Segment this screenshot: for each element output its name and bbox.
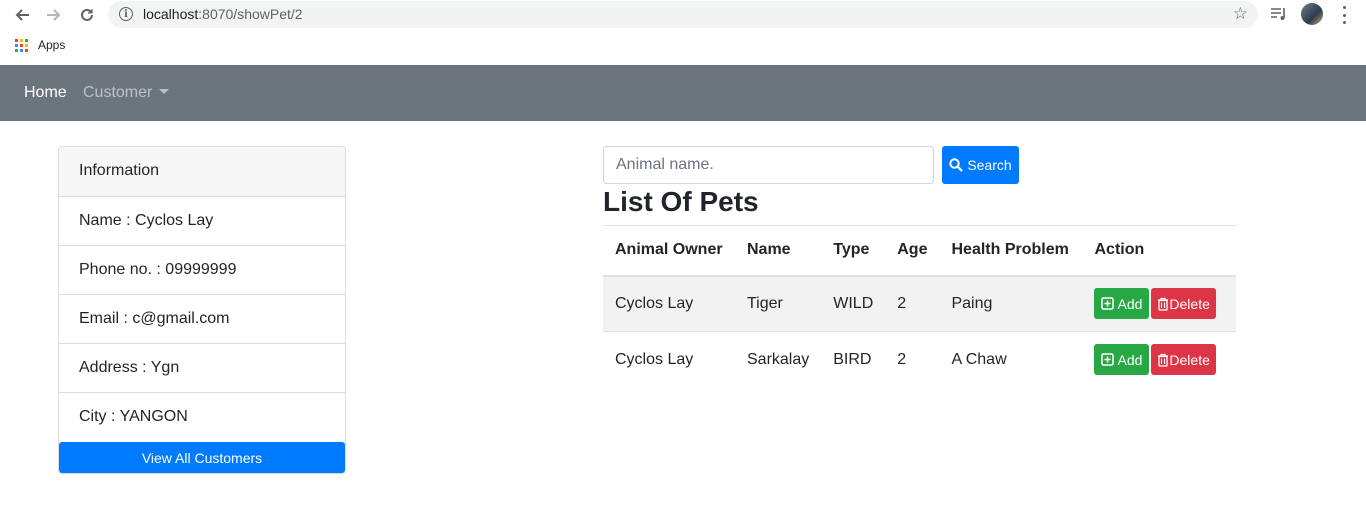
info-phone: Phone no. : 09999999 bbox=[59, 246, 345, 295]
search-button[interactable]: Search bbox=[942, 146, 1019, 184]
caret-down-icon bbox=[159, 89, 170, 94]
cell-type: WILD bbox=[821, 275, 886, 332]
address-bar[interactable]: i localhost:8070/showPet/2 ☆ bbox=[108, 1, 1258, 28]
cell-type: BIRD bbox=[821, 331, 886, 388]
column-header: Age bbox=[885, 225, 940, 277]
card-header: Information bbox=[59, 147, 345, 197]
delete-button-label: Delete bbox=[1169, 351, 1210, 368]
nav-customer-label: Customer bbox=[83, 84, 153, 101]
url-text[interactable]: localhost:8070/showPet/2 bbox=[143, 6, 303, 22]
trash-icon bbox=[1158, 297, 1169, 311]
add-button-label: Add bbox=[1117, 351, 1143, 368]
page-title: List Of Pets bbox=[603, 186, 759, 217]
cell-actions: Add Delete bbox=[1082, 275, 1236, 332]
browser-chrome: i localhost:8070/showPet/2 ☆ Apps bbox=[0, 0, 1366, 65]
site-navbar: Home Customer bbox=[0, 65, 1366, 121]
delete-button-label: Delete bbox=[1169, 295, 1210, 312]
view-all-customers-button[interactable]: View All Customers bbox=[59, 442, 345, 473]
info-email: Email : c@gmail.com bbox=[59, 295, 345, 344]
nav-home-link[interactable]: Home bbox=[24, 84, 67, 102]
site-info-icon[interactable]: i bbox=[119, 7, 133, 21]
nav-customer-dropdown[interactable]: Customer bbox=[83, 84, 170, 102]
cell-health: A Chaw bbox=[939, 331, 1083, 388]
forward-arrow-icon[interactable] bbox=[43, 4, 65, 26]
bookmarks-bar: Apps bbox=[0, 34, 1366, 58]
customer-info-card: Information Name : Cyclos Lay Phone no. … bbox=[58, 146, 346, 474]
cell-name: Sarkalay bbox=[735, 331, 822, 388]
cell-health: Paing bbox=[939, 275, 1083, 332]
table-row: Cyclos Lay Sarkalay BIRD 2 A Chaw Add De… bbox=[603, 331, 1236, 388]
table-row: Cyclos Lay Tiger WILD 2 Paing Add Delete bbox=[603, 275, 1236, 332]
info-name: Name : Cyclos Lay bbox=[59, 197, 345, 246]
cell-actions: Add Delete bbox=[1082, 331, 1236, 388]
cell-name: Tiger bbox=[735, 275, 822, 332]
search-button-label: Search bbox=[967, 157, 1012, 173]
column-header: Type bbox=[821, 225, 886, 277]
plus-square-icon bbox=[1101, 297, 1115, 310]
pets-table: Animal Owner Name Type Age Health Proble… bbox=[603, 225, 1236, 388]
info-city: City : YANGON bbox=[79, 408, 188, 425]
column-header: Health Problem bbox=[939, 225, 1083, 277]
cell-owner: Cyclos Lay bbox=[603, 275, 735, 332]
plus-square-icon bbox=[1101, 353, 1115, 366]
delete-button[interactable]: Delete bbox=[1151, 288, 1216, 320]
column-header: Action bbox=[1082, 225, 1236, 277]
media-playlist-icon[interactable] bbox=[1270, 4, 1288, 24]
info-address: Address : Ygn bbox=[59, 344, 345, 393]
cell-owner: Cyclos Lay bbox=[603, 331, 735, 388]
column-header: Name bbox=[735, 225, 822, 277]
column-header: Animal Owner bbox=[603, 225, 735, 277]
add-button[interactable]: Add bbox=[1094, 288, 1150, 320]
trash-icon bbox=[1158, 353, 1169, 367]
animal-search-input[interactable] bbox=[603, 146, 934, 184]
apps-bookmark-label[interactable]: Apps bbox=[38, 38, 65, 52]
browser-toolbar: i localhost:8070/showPet/2 ☆ bbox=[0, 0, 1366, 30]
add-button-label: Add bbox=[1117, 295, 1143, 312]
table-header-row: Animal Owner Name Type Age Health Proble… bbox=[603, 225, 1236, 277]
bookmark-star-icon[interactable]: ☆ bbox=[1233, 4, 1248, 24]
browser-menu-icon[interactable] bbox=[1338, 6, 1350, 24]
cell-age: 2 bbox=[885, 275, 940, 332]
cell-age: 2 bbox=[885, 331, 940, 388]
back-arrow-icon[interactable] bbox=[11, 4, 33, 26]
reload-icon[interactable] bbox=[76, 4, 98, 26]
profile-avatar[interactable] bbox=[1301, 3, 1323, 25]
add-button[interactable]: Add bbox=[1094, 344, 1150, 376]
delete-button[interactable]: Delete bbox=[1151, 344, 1216, 376]
apps-grid-icon[interactable] bbox=[15, 39, 28, 52]
search-icon bbox=[949, 158, 964, 172]
